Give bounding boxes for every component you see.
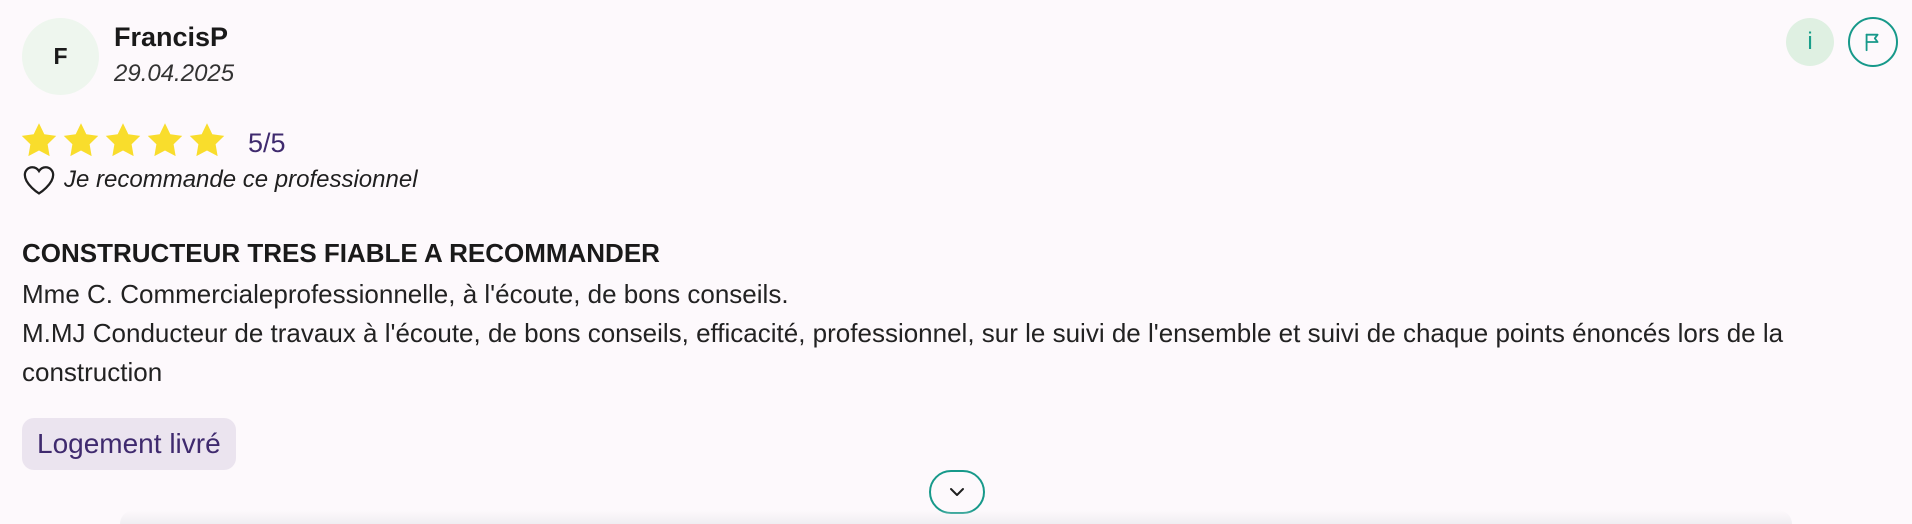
chevron-down-icon	[950, 488, 964, 496]
status-badge: Logement livré	[22, 418, 236, 470]
star-icon	[188, 122, 226, 158]
star-rating	[20, 122, 226, 158]
star-icon	[146, 122, 184, 158]
card-bottom-edge	[120, 510, 1792, 524]
review-line: Mme C. Commercialeprofessionnelle, à l'é…	[22, 279, 789, 309]
star-icon	[104, 122, 142, 158]
avatar-initial: F	[53, 43, 68, 69]
recommendation: Je recommande ce professionnel	[22, 164, 418, 196]
info-icon: i	[1807, 28, 1813, 55]
recommend-label: Je recommande ce professionnel	[64, 166, 418, 193]
review-date: 29.04.2025	[114, 60, 235, 87]
heart-icon	[23, 166, 55, 195]
rating-value: 5/5	[248, 128, 286, 158]
info-button[interactable]: i	[1786, 18, 1834, 66]
review-card: F FrancisP 29.04.2025 i 5/5 Je recommand…	[0, 0, 1912, 524]
author-name: FrancisP	[114, 22, 229, 52]
flag-icon	[1865, 33, 1879, 52]
expand-button[interactable]	[929, 470, 985, 514]
star-icon	[20, 122, 58, 158]
star-icon	[62, 122, 100, 158]
review-line: M.MJ Conducteur de travaux à l'écoute, d…	[22, 318, 1784, 387]
review-title: CONSTRUCTEUR TRES FIABLE A RECOMMANDER	[22, 238, 660, 268]
avatar: F	[22, 18, 99, 95]
report-button[interactable]	[1848, 17, 1898, 67]
review-body: Mme C. Commercialeprofessionnelle, à l'é…	[22, 275, 1892, 392]
